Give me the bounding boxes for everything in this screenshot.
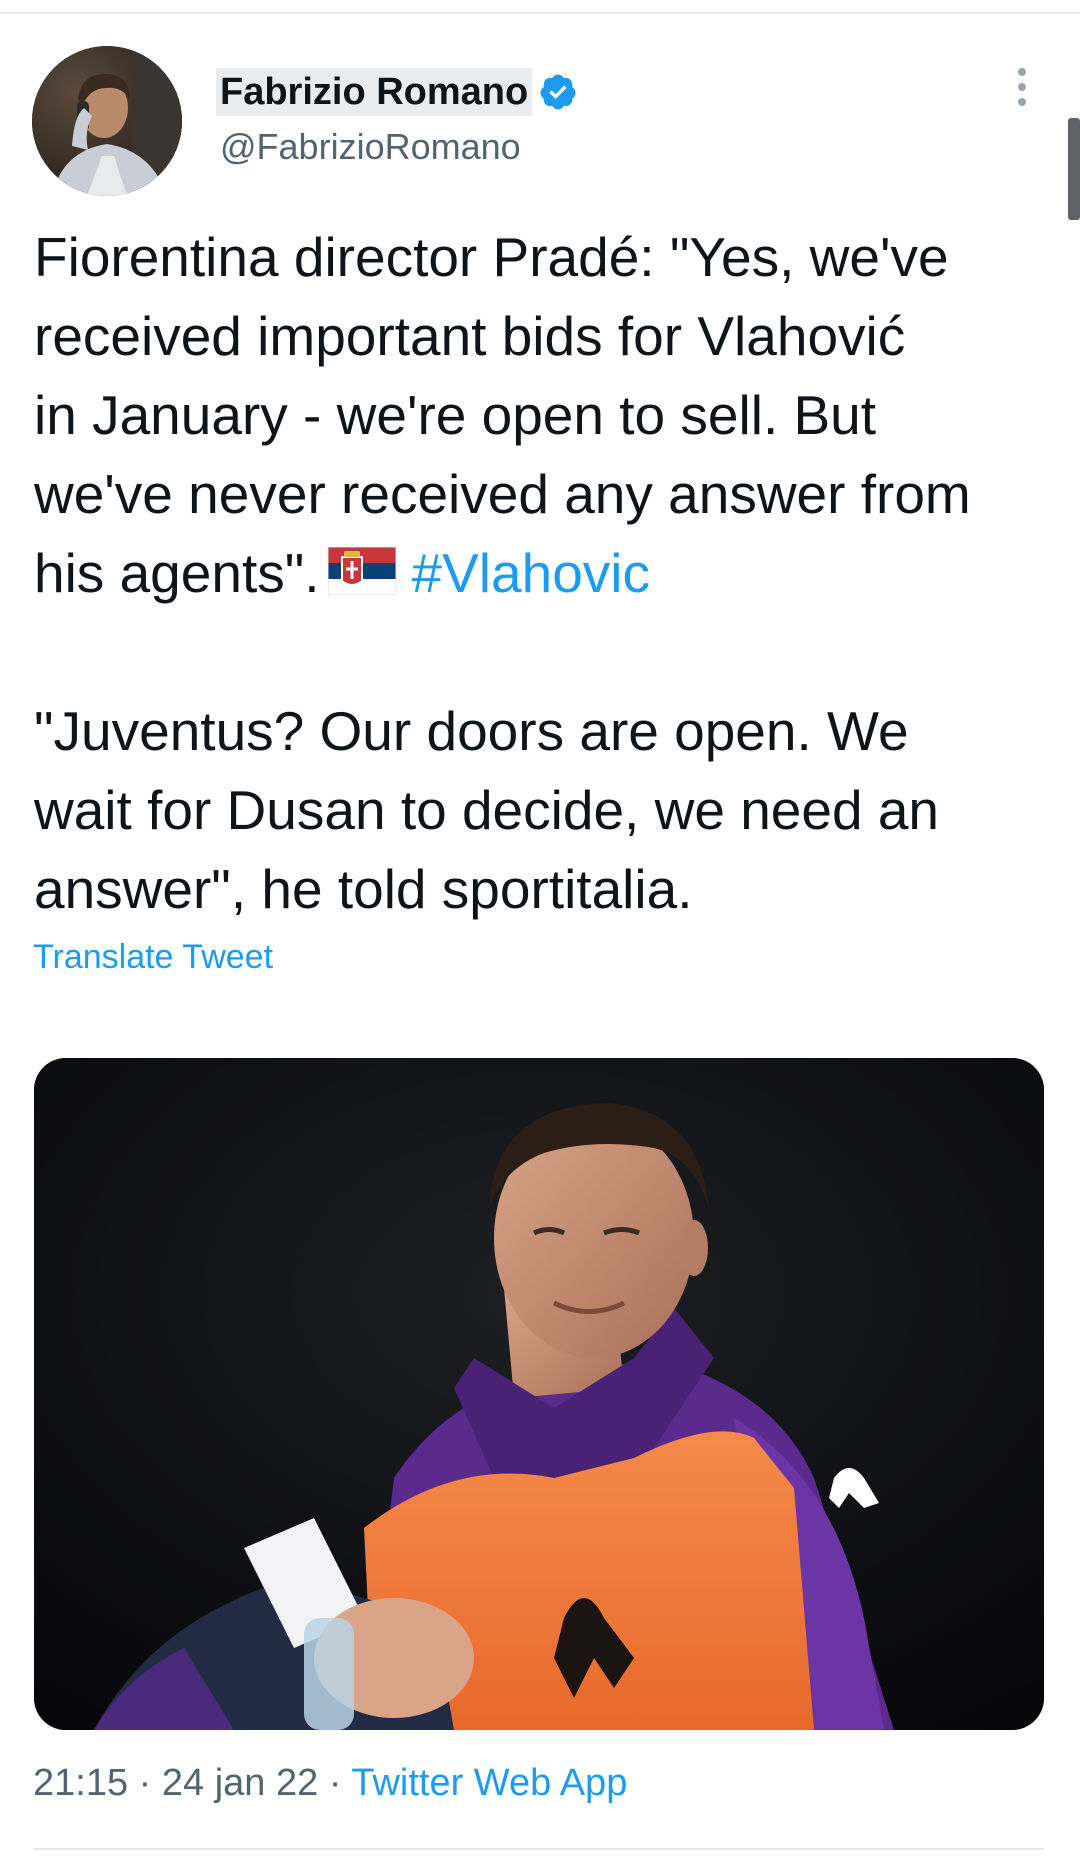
verified-badge-icon xyxy=(540,74,576,110)
author-handle[interactable]: @FabrizioRomano xyxy=(220,126,578,168)
avatar-photo xyxy=(32,46,182,196)
meta-separator: · xyxy=(318,1762,352,1804)
meta-separator: · xyxy=(128,1762,162,1804)
tweet-date[interactable]: 24 jan 22 xyxy=(162,1762,318,1804)
tweet-time[interactable]: 21:15 xyxy=(33,1762,128,1804)
author-block[interactable]: Fabrizio Romano @FabrizioRomano xyxy=(216,66,578,168)
hashtag-link[interactable]: #Vlahovic xyxy=(412,542,650,604)
tweet-line: received important bids for Vlahović xyxy=(34,305,906,367)
tweet-line: wait for Dusan to decide, we need an xyxy=(34,779,940,841)
author-avatar[interactable] xyxy=(32,46,182,196)
scrollbar-thumb[interactable] xyxy=(1068,118,1080,220)
tweet-line-last: his agents". #Vlahovic xyxy=(34,534,1064,613)
tweet-line: "Juventus? Our doors are open. We xyxy=(34,700,909,762)
tweet-meta: 21:15 · 24 jan 22 · Twitter Web App xyxy=(33,1762,627,1805)
top-divider xyxy=(0,12,1080,14)
tweet-line: we've never received any answer from xyxy=(34,463,971,525)
tweet-source-link[interactable]: Twitter Web App xyxy=(351,1762,627,1804)
serbia-flag-icon xyxy=(327,547,396,596)
display-name[interactable]: Fabrizio Romano xyxy=(216,68,533,116)
tweet-media-photo[interactable] xyxy=(34,1058,1044,1730)
more-options-icon[interactable] xyxy=(1010,66,1034,116)
tweet-line-text: his agents". xyxy=(34,542,320,604)
tweet-line: in January - we're open to sell. But xyxy=(34,384,877,446)
tweet-text: Fiorentina director Pradé: "Yes, we've r… xyxy=(34,218,1064,929)
tweet-line: Fiorentina director Pradé: "Yes, we've xyxy=(34,226,949,288)
tweet-line: answer", he told sportitalia. xyxy=(34,858,693,920)
translate-tweet-link[interactable]: Translate Tweet xyxy=(33,938,273,977)
bottom-divider xyxy=(34,1848,1044,1850)
name-row: Fabrizio Romano xyxy=(216,66,578,118)
photo-football-player-icon xyxy=(34,1058,1044,1730)
